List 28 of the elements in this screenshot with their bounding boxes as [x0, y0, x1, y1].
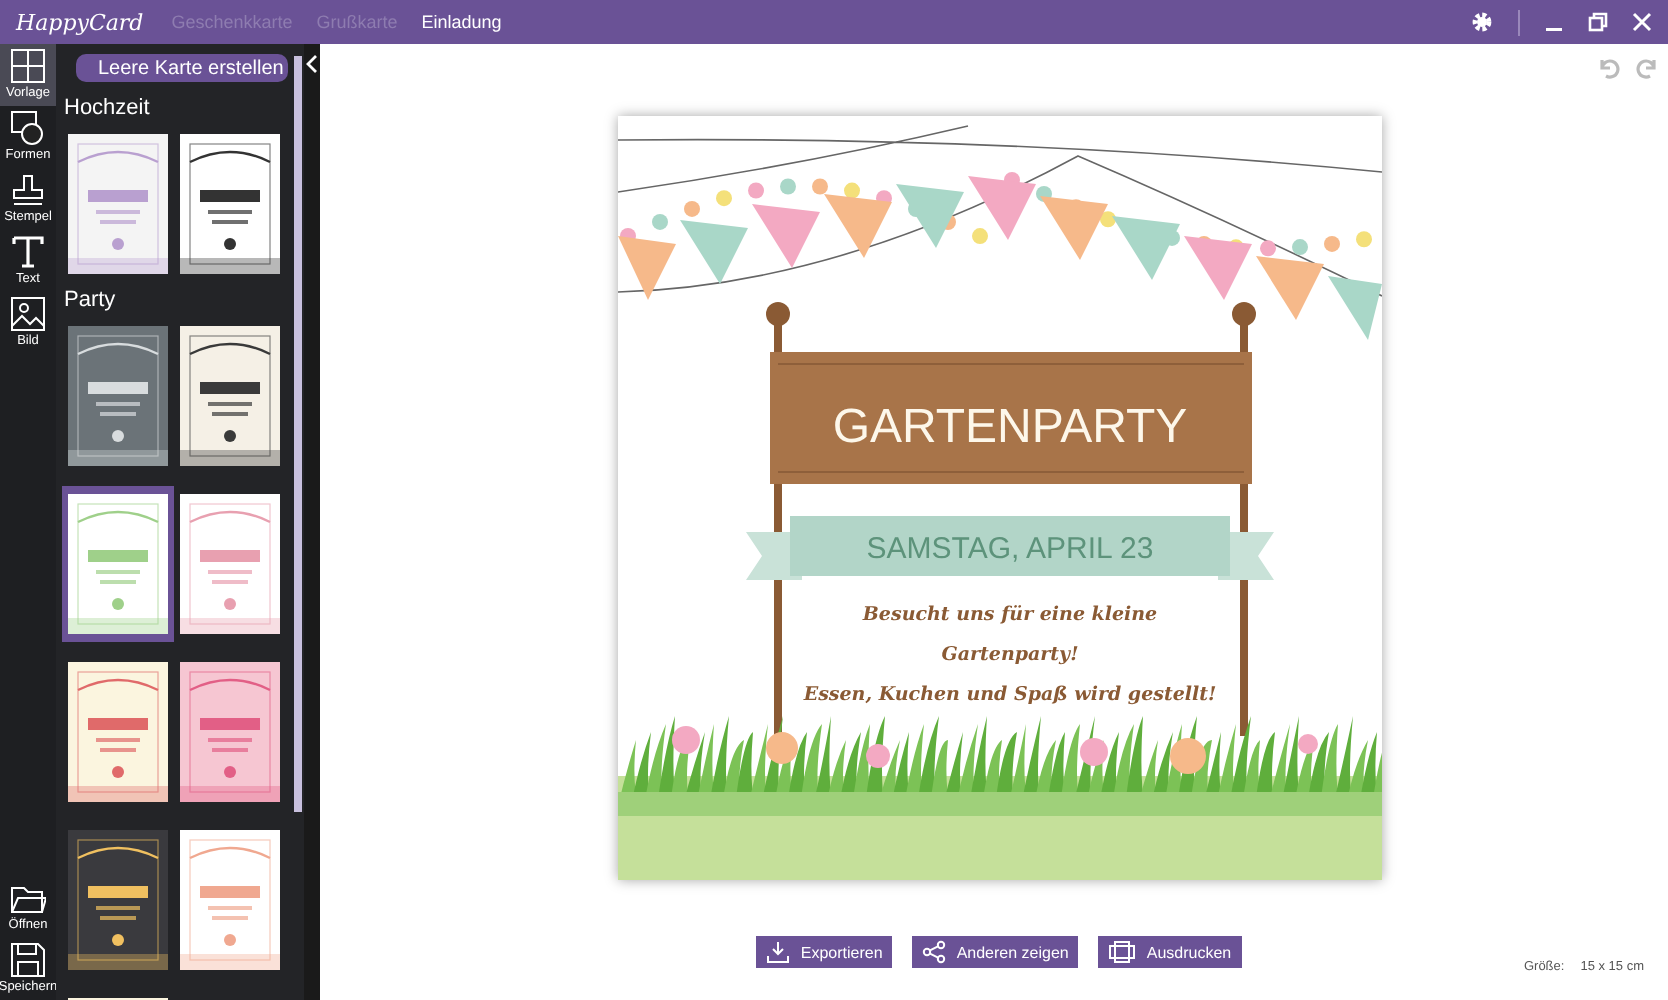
section-title: Party: [62, 286, 118, 316]
printer-icon: [1108, 940, 1137, 964]
action-button[interactable]: Exportieren: [756, 936, 893, 968]
action-button[interactable]: Anderen zeigen: [912, 936, 1079, 968]
category-tab[interactable]: Einladung: [421, 12, 502, 32]
scrollbar[interactable]: [294, 56, 302, 812]
settings-icon[interactable]: [1470, 10, 1494, 34]
create-card-button[interactable]: Leere Karte erstellen: [76, 54, 288, 82]
collapse-icon[interactable]: [304, 54, 320, 74]
app-logo: HappyCard: [16, 9, 144, 35]
close-icon[interactable]: [1632, 12, 1652, 32]
grid-icon: [10, 48, 46, 84]
card-title: GARTENPARTY: [831, 400, 1187, 454]
download-icon: [766, 940, 791, 964]
text-icon: [10, 234, 46, 270]
section-title: Hochzeit: [62, 94, 152, 124]
card-date: SAMSTAG, APRIL 23: [865, 532, 1153, 566]
card-text-line: Gartenparty!: [940, 644, 1078, 666]
shapes-icon: [10, 110, 46, 146]
action-button[interactable]: Ausdrucken: [1098, 936, 1242, 968]
card-text-line: Essen, Kuchen und Spaß wird gestellt!: [802, 684, 1216, 706]
image-icon: [10, 296, 46, 332]
template-thumbnail[interactable]: [62, 486, 174, 642]
share-icon: [922, 940, 947, 964]
folder-icon: [10, 884, 46, 916]
restore-icon[interactable]: [1588, 12, 1608, 32]
stamp-icon: [10, 172, 46, 208]
card-text-line: Besucht uns für eine kleine: [861, 604, 1157, 626]
